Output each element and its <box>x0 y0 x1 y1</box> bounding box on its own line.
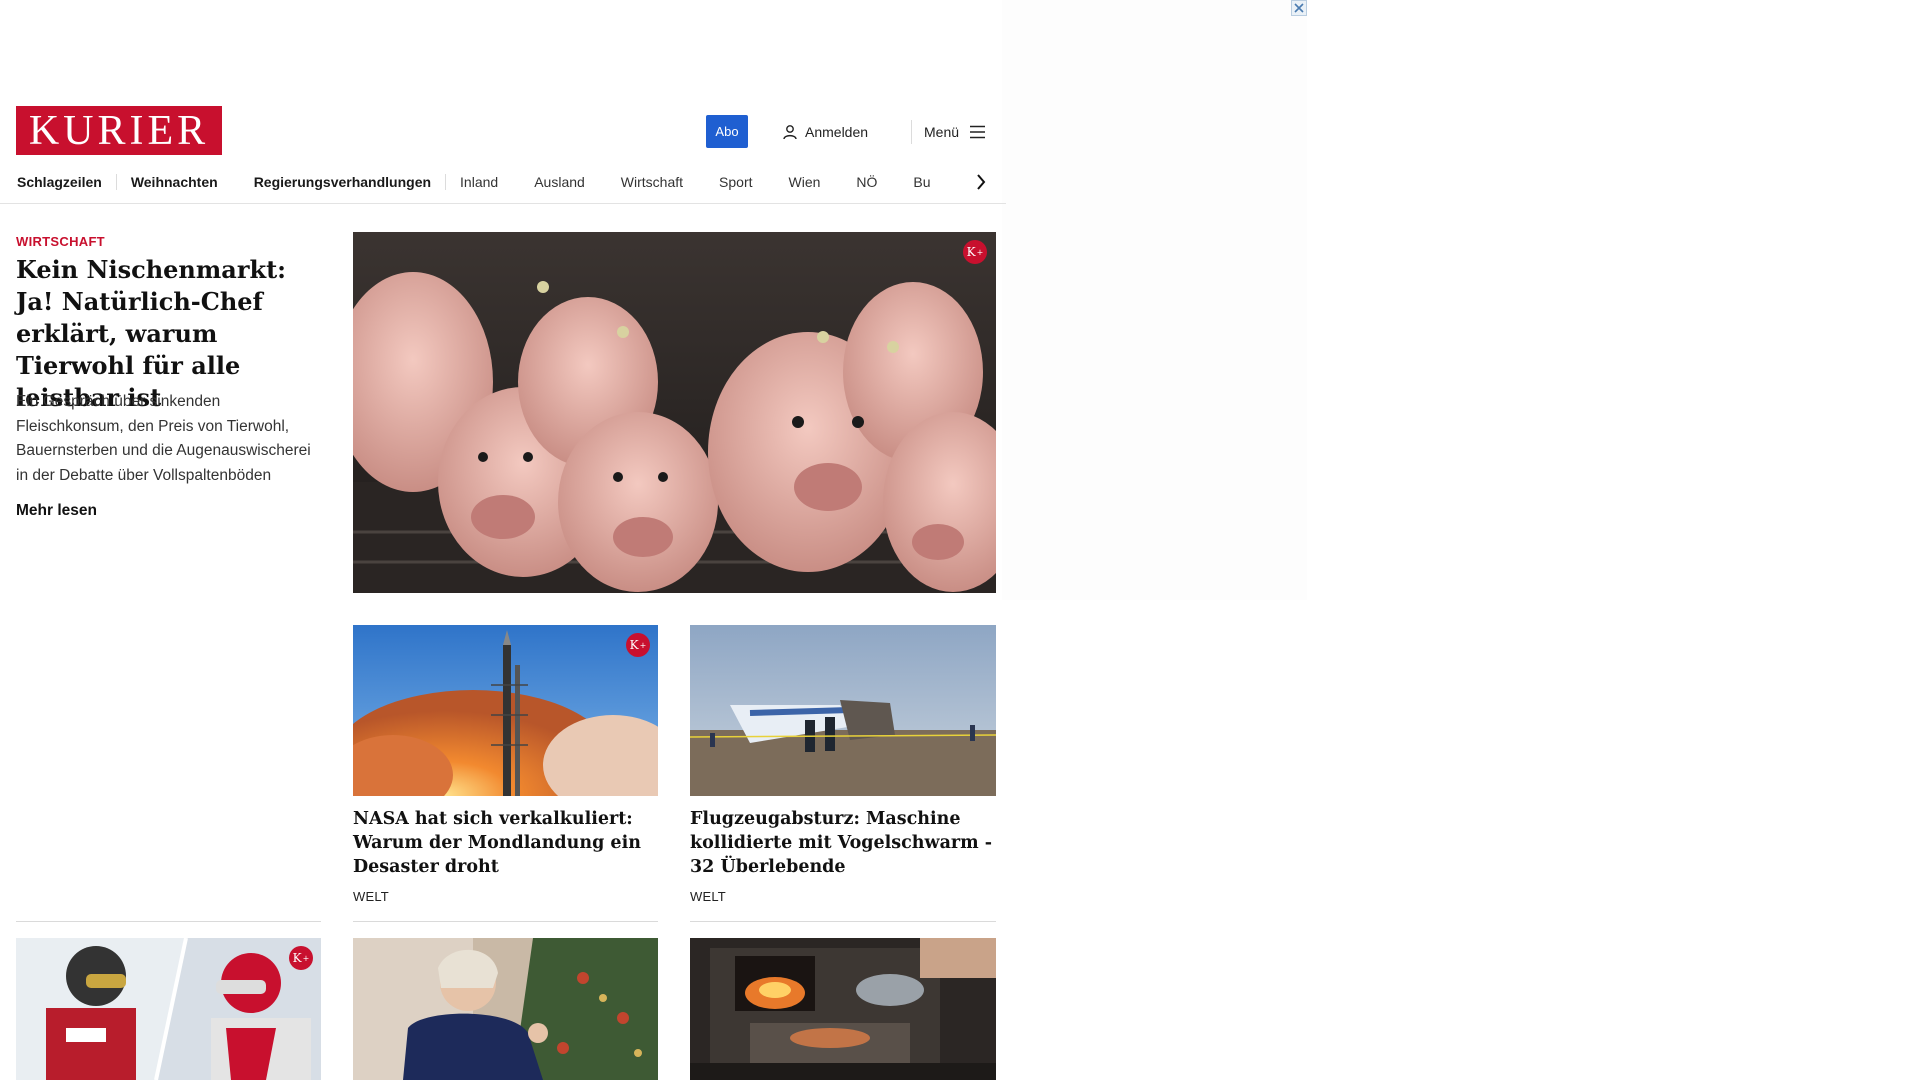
close-icon <box>1294 3 1304 13</box>
row-divider <box>690 921 996 922</box>
kurier-plus-badge: K + <box>963 240 987 264</box>
menu-label: Menü <box>924 123 960 140</box>
advertisement-area <box>1002 0 1307 600</box>
nav-item-wien[interactable]: Wien <box>789 174 835 190</box>
card-image-oven[interactable] <box>690 938 996 1080</box>
nav-item-ausland[interactable]: Ausland <box>534 174 599 190</box>
card-image-skiers[interactable]: K + <box>16 938 321 1080</box>
nav-item-regierungsverhandlungen[interactable]: Regierungsverhandlungen <box>254 174 447 190</box>
nav-item-schlagzeilen[interactable]: Schlagzeilen <box>17 174 117 190</box>
section-navigation: Schlagzeilen Weihnachten Regierungsverha… <box>17 170 987 194</box>
wood-oven-photo <box>690 938 996 1080</box>
kurier-logo[interactable]: KURIER <box>16 106 222 155</box>
kurier-plus-badge: K + <box>626 633 650 657</box>
kurier-plus-badge: K + <box>289 946 313 970</box>
header-divider <box>911 120 912 144</box>
nav-item-sport[interactable]: Sport <box>719 174 766 190</box>
card-image-plane-crash[interactable] <box>690 625 996 796</box>
card-headline[interactable]: Flugzeugabsturz: Maschine kolli­dierte m… <box>690 807 1000 879</box>
lead-teaser: Ein Gespräch über sinkenden Fleischkonsu… <box>16 393 311 484</box>
login-button[interactable]: Anmelden <box>782 115 868 148</box>
nav-item-weihnachten[interactable]: Weihnachten <box>131 174 232 190</box>
card-section-tag[interactable]: WELT <box>353 889 389 904</box>
site-header: KURIER Abo Anmelden Menü Schlagzeilen We… <box>0 100 1006 204</box>
rocket-launch-photo <box>353 625 658 796</box>
nav-item-wirtschaft[interactable]: Wirtschaft <box>621 174 697 190</box>
hamburger-icon <box>970 125 986 138</box>
card-image-camilla[interactable] <box>353 938 658 1080</box>
plane-crash-photo <box>690 625 996 796</box>
christmas-tree-photo <box>353 938 658 1080</box>
card-image-rocket[interactable]: K + <box>353 625 658 796</box>
row-divider <box>353 921 658 922</box>
lead-image-pigs[interactable]: K + <box>353 232 996 593</box>
nav-item-inland[interactable]: Inland <box>460 174 512 190</box>
ad-close-button[interactable] <box>1291 0 1307 16</box>
menu-button[interactable]: Menü <box>924 115 986 148</box>
nav-item-noe[interactable]: NÖ <box>856 174 891 190</box>
chevron-right-icon <box>977 174 986 190</box>
card-section-tag[interactable]: WELT <box>690 889 726 904</box>
pigs-photo <box>353 232 996 593</box>
card-headline[interactable]: NASA hat sich verkalkuliert: Warum der M… <box>353 807 658 879</box>
user-icon <box>783 124 797 139</box>
nav-item-burgenland[interactable]: Bu <box>913 174 944 190</box>
read-more-link[interactable]: Mehr lesen <box>16 502 97 520</box>
skiers-photo <box>16 938 321 1080</box>
row-divider <box>16 921 321 922</box>
nav-scroll-right-button[interactable] <box>973 170 989 194</box>
login-label: Anmelden <box>805 123 869 140</box>
lead-kicker[interactable]: WIRTSCHAFT <box>16 234 105 249</box>
abo-button[interactable]: Abo <box>706 115 748 148</box>
